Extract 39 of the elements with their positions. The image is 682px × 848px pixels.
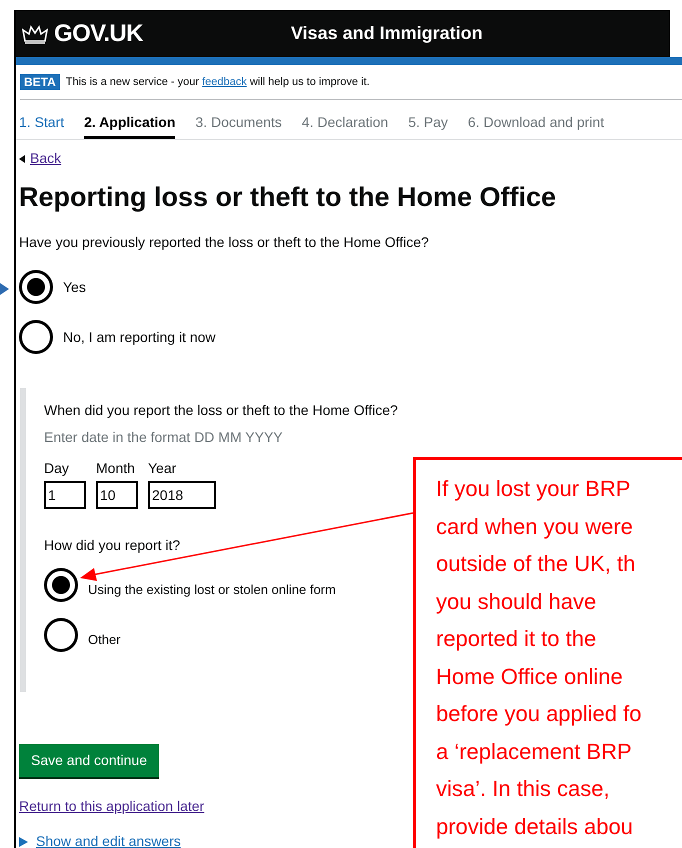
- expand-triangle-icon: [19, 836, 28, 846]
- question-label: Have you previously reported the loss or theft to the Home Office?: [19, 233, 430, 252]
- save-button[interactable]: Save and continue: [19, 744, 159, 777]
- show-answers-link[interactable]: Show and edit answers: [36, 831, 181, 848]
- date-question-label: When did you report the loss or theft to the Home Office?: [44, 401, 399, 420]
- service-name: Visas and Immigration: [290, 22, 483, 45]
- step-tab[interactable]: 1. Start: [19, 112, 64, 139]
- return-link[interactable]: Return to this application later: [19, 798, 204, 814]
- radio-label[interactable]: Other: [88, 630, 121, 650]
- beta-banner-text: This is a new service - your feedback will help us to improve it.: [66, 74, 370, 90]
- step-tab[interactable]: 6. Download and print: [468, 112, 604, 139]
- date-input-field[interactable]: 2018: [148, 481, 216, 509]
- step-tab[interactable]: 5. Pay: [408, 112, 448, 139]
- radio-label[interactable]: No, I am reporting it now: [63, 326, 216, 348]
- radio-button[interactable]: [19, 320, 53, 354]
- date-input-field[interactable]: 1: [44, 481, 86, 509]
- date-input-field[interactable]: 10: [96, 481, 138, 509]
- back-link[interactable]: Back: [30, 148, 62, 169]
- method-question-label: How did you report it?: [44, 536, 182, 555]
- radio-button[interactable]: [44, 568, 78, 602]
- crown-icon: [22, 24, 48, 44]
- back-arrow-icon: [19, 154, 25, 162]
- radio-button[interactable]: [44, 618, 78, 652]
- radio-button[interactable]: [19, 270, 53, 304]
- feedback-link[interactable]: feedback: [202, 76, 247, 88]
- page-heading: Reporting loss or theft to the Home Office: [19, 181, 558, 213]
- date-field-label: Day: [44, 459, 70, 478]
- pointer-icon: [0, 283, 9, 295]
- beta-tag: BETA: [20, 74, 60, 90]
- callout-text: If you lost your BRP card when you were outside of the UK, th you should have reported it to the Home Office online before you applied fo a ‘replacement BRP visa’. In this case, provide details abou: [436, 475, 642, 841]
- date-field-label: Month: [96, 459, 136, 478]
- step-tab[interactable]: 2. Application: [84, 112, 176, 139]
- date-hint: Enter date in the format DD MM YYYY: [44, 428, 284, 447]
- radio-label[interactable]: Yes: [63, 276, 86, 298]
- step-tab[interactable]: 4. Declaration: [302, 112, 388, 139]
- gov-uk-logo[interactable]: GOV.UK: [54, 16, 143, 52]
- step-tab[interactable]: 3. Documents: [195, 112, 282, 139]
- radio-label[interactable]: Using the existing lost or stolen online form: [88, 580, 336, 600]
- date-field-label: Year: [148, 459, 178, 478]
